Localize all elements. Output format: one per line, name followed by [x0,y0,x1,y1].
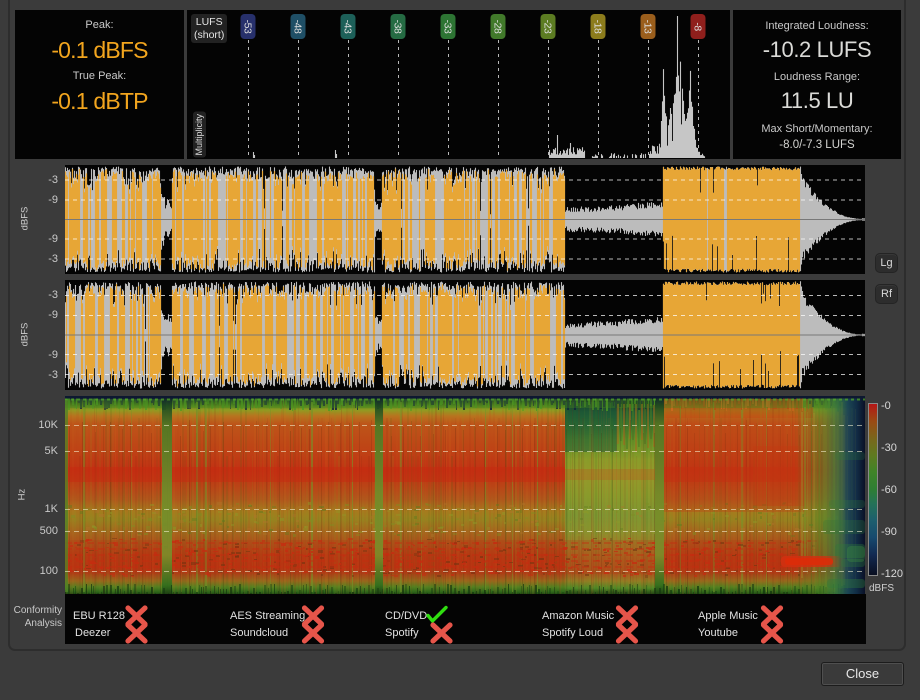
svg-text:Soundcloud: Soundcloud [230,627,288,639]
svg-text:Deezer: Deezer [75,627,111,639]
svg-text:-23: -23 [542,20,554,34]
svg-text:Amazon Music: Amazon Music [542,610,615,622]
svg-text:Youtube: Youtube [698,627,738,639]
svg-text:AES Streaming: AES Streaming [230,610,305,622]
svg-text:Spotify: Spotify [385,627,419,639]
svg-text:-38: -38 [392,20,404,34]
svg-text:-8: -8 [692,22,704,31]
svg-text:-28: -28 [492,20,504,34]
svg-text:-33: -33 [442,20,454,34]
svg-text:-53: -53 [242,20,254,34]
svg-text:-18: -18 [592,20,604,34]
svg-text:Apple Music: Apple Music [698,610,758,622]
svg-text:Spotify Loud: Spotify Loud [542,627,603,639]
svg-text:-48: -48 [292,20,304,34]
svg-text:-43: -43 [342,20,354,34]
svg-text:-13: -13 [642,20,654,34]
svg-text:EBU R128: EBU R128 [73,610,125,622]
svg-text:CD/DVD: CD/DVD [385,610,427,622]
